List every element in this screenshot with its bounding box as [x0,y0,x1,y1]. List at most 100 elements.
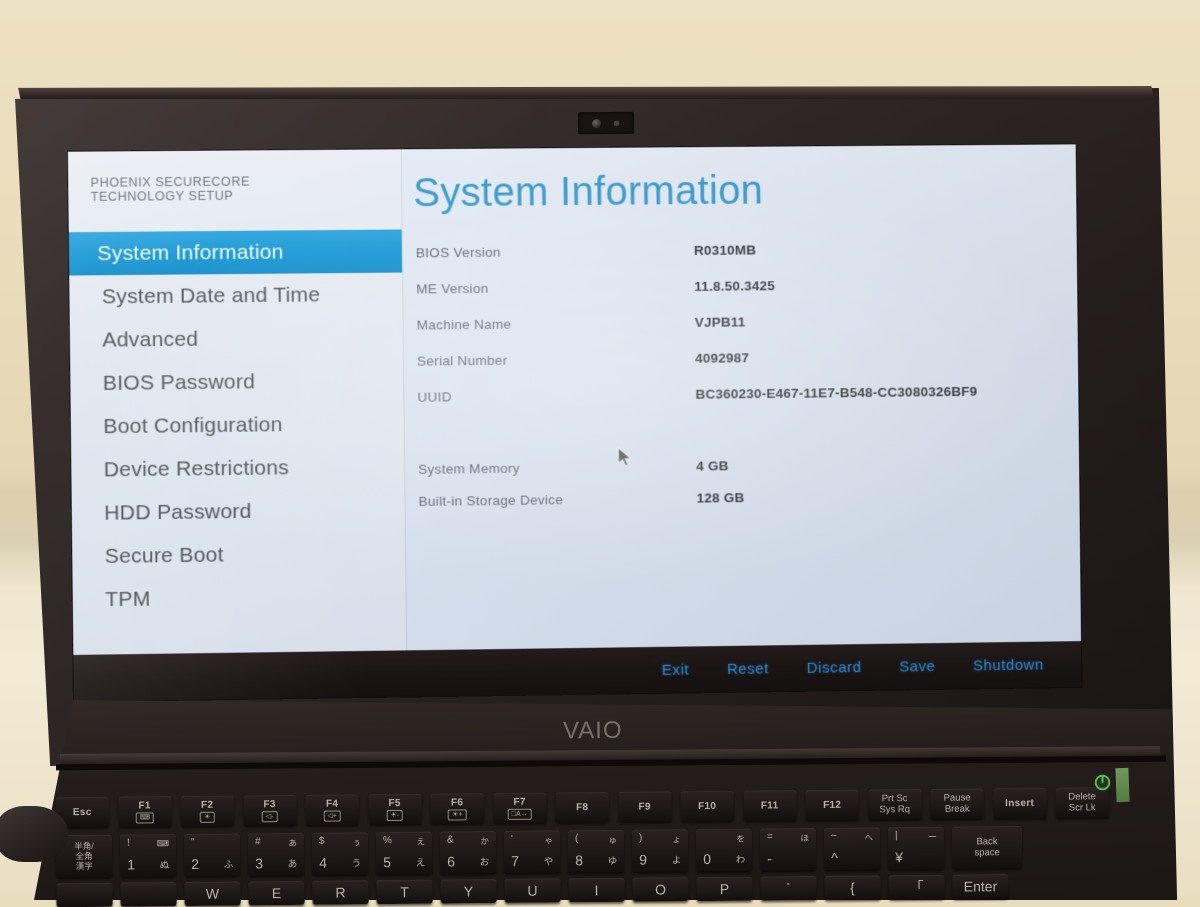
key-label: O [654,881,666,898]
key-5[interactable]: % え 5 え [375,831,433,875]
key-kana-label: あ [287,858,298,871]
sidebar-item-advanced[interactable]: Advanced [70,316,403,362]
discard-button[interactable]: Discard [807,659,862,677]
key-label: F7 [513,796,526,808]
key-f2[interactable]: F2 ☀ [180,795,234,827]
keyboard: Esc F1 ⌨ F2 ☀ F3 ◁- F4 ◁+ F5 ☀- F6 ☀+ F7… [55,781,1148,907]
key-label: W [205,885,220,902]
key-label: 「 [909,878,924,896]
key-o[interactable]: O [632,877,689,902]
sidebar-item-tpm[interactable]: TPM [73,574,406,622]
key-enter[interactable]: Enter [952,874,1009,899]
key-f6[interactable]: F6 ☀+ [430,793,484,824]
save-button[interactable]: Save [899,658,935,675]
sidebar-item-bios-password[interactable]: BIOS Password [70,359,403,406]
key-sublabel: ☀+ [447,808,467,820]
key-kana-label: や [543,856,554,868]
key-shift-label: % [382,835,392,847]
sidebar-item-system-date-and-time[interactable]: System Date and Time [69,273,402,319]
key-yen[interactable]: | ー ¥ [887,826,945,870]
key-6[interactable]: & か 6 お [439,831,497,874]
key-y[interactable]: Y [440,879,497,904]
key-u[interactable]: U [504,878,561,903]
key-print-screen[interactable]: Prt Sc Sys Rq [868,788,922,820]
key-2[interactable]: " 2 ふ [183,833,241,877]
key-7[interactable]: ' ゃ 7 や [503,830,561,873]
shutdown-button[interactable]: Shutdown [973,656,1044,674]
key-pause-break[interactable]: Pause Break [930,788,984,819]
key-i[interactable]: I [568,877,625,903]
key-label: U [527,882,538,899]
row-value: VJPB11 [694,313,746,330]
key-q[interactable] [120,882,177,907]
sidebar-item-device-restrictions[interactable]: Device Restrictions [71,445,404,492]
key-delete[interactable]: Delete Scr Lk [1055,787,1109,818]
key-r[interactable]: R [312,880,369,905]
exit-button[interactable]: Exit [662,661,690,678]
key-sublabel: ☀ [200,811,215,823]
reset-button[interactable]: Reset [727,660,769,678]
key-f10[interactable]: F10 [680,790,734,822]
key-9[interactable]: ) ょ 9 よ [631,829,689,872]
key-t[interactable]: T [376,879,433,905]
key-label: ^ [831,849,838,866]
key-label: 半角/ 全角 漢字 [74,840,94,872]
key-shift-label: ' [510,833,513,845]
key-f8[interactable]: F8 [555,791,609,823]
vaio-logo: VAIO [562,716,623,745]
key-label: Enter [963,878,998,895]
key-f7[interactable]: F7 □A→ [493,792,547,824]
page-title: System Information [412,168,764,216]
row-value: 11.8.50.3425 [694,277,776,294]
key-f4[interactable]: F4 ◁+ [305,794,359,825]
table-row: System Memory 4 GB [418,408,1080,483]
key-f1[interactable]: F1 ⌨ [118,796,172,827]
key-kana-label: お [479,857,490,869]
key-f11[interactable]: F11 [743,790,797,821]
key-label: 9 [639,851,648,868]
key-1[interactable]: ! ⌨ 1 ぬ [119,834,177,877]
key-label: 1 [127,856,136,873]
key-label: F4 [325,798,339,810]
webcam-lens-icon [591,119,602,129]
sidebar-item-system-information[interactable]: System Information [68,229,403,276]
key-kana-shift-label: ゅ [608,834,618,845]
key-label: 7 [511,852,520,869]
key-minus[interactable]: = ほ - [759,827,817,871]
sidebar-item-hdd-password[interactable]: HDD Password [72,488,405,535]
key-shift-label: ~ [830,830,837,842]
key-kana-label: ふ [223,859,234,871]
key-tab[interactable] [56,882,113,907]
key-insert[interactable]: Insert [993,787,1047,819]
sidebar-item-secure-boot[interactable]: Secure Boot [72,531,405,578]
sidebar-item-label: TPM [105,587,151,611]
key-f3[interactable]: F3 ◁- [243,794,297,826]
key-at[interactable]: ` [760,875,817,901]
key-shift-label: ! [126,837,130,849]
key-kana-shift-label: ⌨ [156,838,170,849]
key-label: ¥ [895,849,904,866]
key-label: 6 [447,853,456,870]
key-8[interactable]: ( ゅ 8 ゆ [567,829,625,873]
key-f12[interactable]: F12 [805,789,859,821]
key-3[interactable]: # あ 3 あ [247,832,305,876]
key-f5[interactable]: F5 ☀- [368,793,422,825]
power-icon[interactable] [1094,774,1111,791]
key-label: 3 [255,855,264,872]
sidebar-item-boot-configuration[interactable]: Boot Configuration [71,402,404,449]
key-backspace[interactable]: Back space [951,825,1023,869]
key-caret[interactable]: ~ へ ^ [823,827,881,870]
key-e[interactable]: E [248,880,305,906]
key-bracket-left[interactable]: { [824,875,881,900]
key-kana-label: ぬ [159,860,170,872]
key-shift-label: & [446,834,454,846]
key-w[interactable]: W [184,881,241,907]
key-kana-label: え [415,857,426,869]
key-sublabel: □A→ [507,808,532,820]
row-label: UUID [417,388,452,405]
key-4[interactable]: $ ぅ 4 う [311,832,369,875]
key-label: Esc [72,806,92,818]
key-p[interactable]: P [696,876,753,902]
key-f9[interactable]: F9 [618,791,672,822]
key-0[interactable]: を 0 わ [695,828,753,872]
